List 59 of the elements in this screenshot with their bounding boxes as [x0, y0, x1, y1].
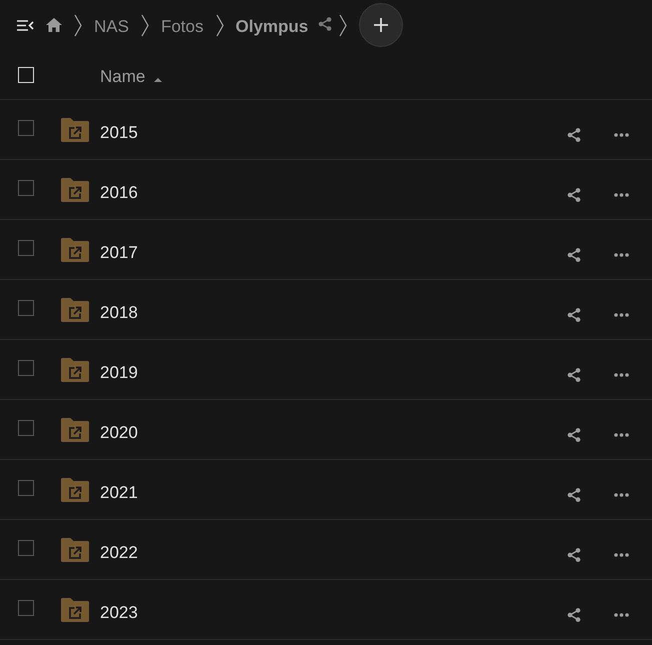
more-icon[interactable] — [614, 433, 629, 437]
folder-icon — [61, 178, 89, 202]
checkbox[interactable] — [18, 480, 34, 496]
column-header[interactable]: Name — [100, 62, 146, 87]
checkbox[interactable] — [18, 180, 34, 196]
more-icon[interactable] — [614, 493, 629, 497]
checkbox[interactable] — [18, 600, 34, 616]
more-icon[interactable] — [614, 133, 629, 137]
checkbox[interactable] — [18, 300, 34, 316]
folder-icon — [61, 538, 89, 562]
share-icon[interactable] — [567, 608, 581, 622]
folder-icon — [61, 418, 89, 442]
checkbox[interactable] — [18, 120, 34, 136]
checkbox[interactable] — [18, 540, 34, 556]
more-icon[interactable] — [614, 553, 629, 557]
sort-arrow-icon[interactable] — [154, 78, 162, 82]
folder-name[interactable]: 2019 — [100, 356, 138, 382]
checkbox[interactable] — [18, 360, 34, 376]
more-icon[interactable] — [614, 613, 629, 617]
share-icon[interactable] — [567, 428, 581, 442]
share-icon[interactable] — [567, 488, 581, 502]
folder-icon — [61, 598, 89, 622]
folder-name[interactable]: 2022 — [100, 536, 138, 562]
breadcrumb-link[interactable]: Olympus — [236, 13, 308, 37]
chevron-icon — [140, 14, 149, 36]
menu-icon[interactable] — [17, 20, 34, 30]
folder-icon — [61, 358, 89, 382]
chevron-icon — [74, 14, 82, 36]
home-icon[interactable] — [46, 18, 62, 32]
folder-name[interactable]: 2016 — [100, 176, 138, 202]
chevron-icon — [339, 14, 348, 36]
share-icon[interactable] — [567, 548, 581, 562]
share-icon[interactable] — [567, 368, 581, 382]
share-icon[interactable] — [567, 248, 581, 262]
share-icon[interactable] — [567, 128, 581, 142]
checkbox[interactable] — [18, 420, 34, 436]
breadcrumb-link[interactable]: Fotos — [160, 13, 204, 37]
folder-name[interactable]: 2021 — [100, 476, 138, 502]
folder-name[interactable]: 2023 — [100, 596, 138, 622]
plus-icon — [374, 18, 388, 32]
folder-name[interactable]: 2020 — [100, 416, 138, 442]
chevron-icon — [216, 14, 224, 36]
more-icon[interactable] — [614, 253, 629, 257]
more-icon[interactable] — [614, 193, 629, 197]
checkbox[interactable] — [18, 240, 34, 256]
folder-name[interactable]: 2018 — [100, 296, 138, 322]
share-icon[interactable] — [318, 16, 332, 30]
folder-icon — [61, 238, 89, 262]
folder-icon — [61, 298, 89, 322]
more-icon[interactable] — [614, 373, 629, 377]
folder-name[interactable]: 2015 — [100, 116, 138, 142]
folder-name[interactable]: 2017 — [100, 236, 138, 262]
folder-icon — [61, 478, 89, 502]
breadcrumb-link[interactable]: NAS — [94, 13, 129, 37]
share-icon[interactable] — [567, 188, 581, 202]
more-icon[interactable] — [614, 313, 629, 317]
share-icon[interactable] — [567, 308, 581, 322]
add-button[interactable] — [359, 3, 404, 47]
folder-icon — [61, 118, 89, 142]
